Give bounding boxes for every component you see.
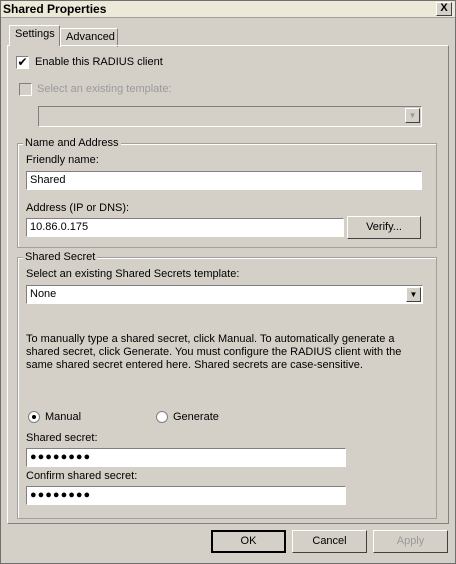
cancel-button[interactable]: Cancel	[292, 530, 367, 553]
apply-button[interactable]: Apply	[373, 530, 448, 553]
tab-settings[interactable]: Settings	[9, 25, 60, 46]
tab-advanced-label: Advanced	[66, 31, 115, 43]
settings-panel	[7, 45, 449, 524]
title-bar: Shared Properties X	[1, 1, 455, 18]
ok-button[interactable]: OK	[211, 530, 286, 553]
window-title: Shared Properties	[3, 2, 107, 16]
tab-settings-label: Settings	[15, 28, 55, 40]
close-button[interactable]: X	[436, 2, 452, 16]
dialog-window: Shared Properties X Settings Advanced ✔ …	[0, 0, 456, 564]
